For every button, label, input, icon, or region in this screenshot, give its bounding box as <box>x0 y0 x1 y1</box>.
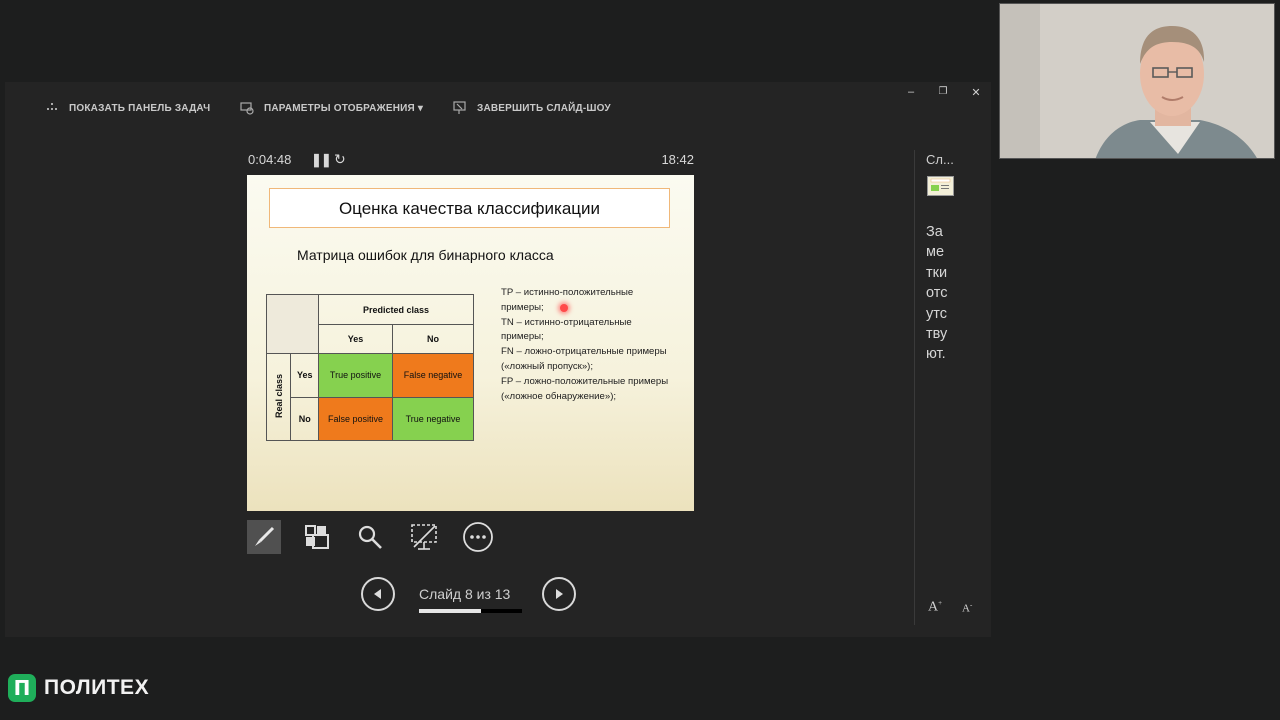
thumbnail-preview <box>930 178 951 191</box>
restore-icon[interactable]: ❐ <box>936 86 950 97</box>
confusion-matrix: Predicted class Yes No Real class Yes Tr… <box>265 294 474 441</box>
previous-slide-button[interactable] <box>361 577 395 611</box>
metric-legend: TP – истинно-положительные примеры; TN –… <box>501 286 671 404</box>
logo-mark-icon: П <box>8 674 36 702</box>
presenter-toolbar: ПОКАЗАТЬ ПАНЕЛЬ ЗАДАЧ ПАРАМЕТРЫ ОТОБРАЖЕ… <box>5 82 991 132</box>
slide-subtitle: Матрица ошибок для бинарного класса <box>297 247 554 263</box>
pause-icon[interactable]: ❚❚ <box>311 152 332 168</box>
speaker-video <box>1000 4 1274 158</box>
reset-timer-icon[interactable]: ↻ <box>334 151 346 168</box>
panel-divider <box>914 150 915 625</box>
false-positive-cell: False positive <box>318 396 393 441</box>
taskbar-icon <box>47 103 57 110</box>
arrow-left-icon <box>374 589 381 599</box>
legend-item: FN – ложно-отрицательные примеры («ложны… <box>501 346 667 372</box>
more-options-button[interactable] <box>461 520 495 554</box>
screen-toggle-icon <box>411 524 437 550</box>
presenter-view: ПОКАЗАТЬ ПАНЕЛЬ ЗАДАЧ ПАРАМЕТРЫ ОТОБРАЖЕ… <box>5 82 991 637</box>
false-negative-cell: False negative <box>392 353 474 398</box>
see-all-slides-button[interactable] <box>300 520 334 554</box>
decrease-font-button[interactable]: A- <box>962 601 972 615</box>
predicted-yes: Yes <box>318 324 393 354</box>
legend-item: TP – истинно-положительные примеры; <box>501 287 634 313</box>
slides-grid-icon <box>305 525 329 549</box>
real-class-header-cell: Real class <box>265 353 292 441</box>
display-settings-icon <box>240 102 254 115</box>
end-slideshow-button[interactable]: ЗАВЕРШИТЬ СЛАЙД-ШОУ <box>453 101 611 115</box>
display-settings-button[interactable]: ПАРАМЕТРЫ ОТОБРАЖЕНИЯ ▾ <box>240 101 423 115</box>
real-yes: Yes <box>290 353 319 398</box>
show-taskbar-label: ПОКАЗАТЬ ПАНЕЛЬ ЗАДАЧ <box>69 102 211 114</box>
pen-icon <box>255 526 275 546</box>
predicted-no: No <box>392 324 474 354</box>
pen-tool-button[interactable] <box>247 520 281 554</box>
true-negative-cell: True negative <box>392 396 474 441</box>
show-taskbar-button[interactable]: ПОКАЗАТЬ ПАНЕЛЬ ЗАДАЧ <box>45 101 210 115</box>
timer-row: 0:04:48 ❚❚ ↻ 18:42 <box>248 151 694 172</box>
minimize-icon[interactable]: – <box>904 86 918 98</box>
true-positive-cell: True positive <box>318 353 393 398</box>
current-slide[interactable]: Оценка качества классификации Матрица ош… <box>247 175 694 511</box>
end-show-icon <box>453 101 466 114</box>
slide-progress-bar <box>419 609 522 613</box>
politech-logo: П ПОЛИТЕХ <box>8 674 149 702</box>
clock-time: 18:42 <box>661 152 694 167</box>
magnifier-icon <box>358 525 382 549</box>
slide-progress-fill <box>419 609 481 613</box>
legend-item: TN – истинно-отрицательные примеры; <box>501 316 632 343</box>
laser-pointer-icon <box>560 304 568 312</box>
increase-font-button[interactable]: A+ <box>928 599 942 616</box>
next-slide-button[interactable] <box>542 577 576 611</box>
close-icon[interactable]: ✕ <box>969 86 983 99</box>
increase-font-label: A <box>928 599 939 615</box>
elapsed-time: 0:04:48 <box>248 152 292 167</box>
next-slides-label: Сл... <box>926 152 954 167</box>
end-slideshow-label: ЗАВЕРШИТЬ СЛАЙД-ШОУ <box>477 102 611 114</box>
real-no: No <box>290 396 319 441</box>
next-slide-thumbnail[interactable] <box>927 176 954 196</box>
arrow-right-icon <box>556 589 563 599</box>
real-class-header: Real class <box>273 373 284 419</box>
slide-title: Оценка качества классификации <box>269 188 670 228</box>
speaker-notes: Заметки отсутствуют. <box>926 224 948 363</box>
more-icon <box>463 522 493 552</box>
legend-item: FP – ложно-положительные примеры («ложно… <box>501 375 669 402</box>
slide-counter[interactable]: Слайд 8 из 13 <box>419 586 510 602</box>
black-screen-button[interactable] <box>407 520 441 554</box>
matrix-corner <box>266 294 319 354</box>
logo-text: ПОЛИТЕХ <box>44 676 150 699</box>
predicted-class-header: Predicted class <box>318 294 474 325</box>
display-settings-label: ПАРАМЕТРЫ ОТОБРАЖЕНИЯ ▾ <box>264 102 424 114</box>
zoom-button[interactable] <box>353 520 387 554</box>
webcam-feed <box>999 3 1275 159</box>
decrease-font-label: A <box>962 602 970 615</box>
